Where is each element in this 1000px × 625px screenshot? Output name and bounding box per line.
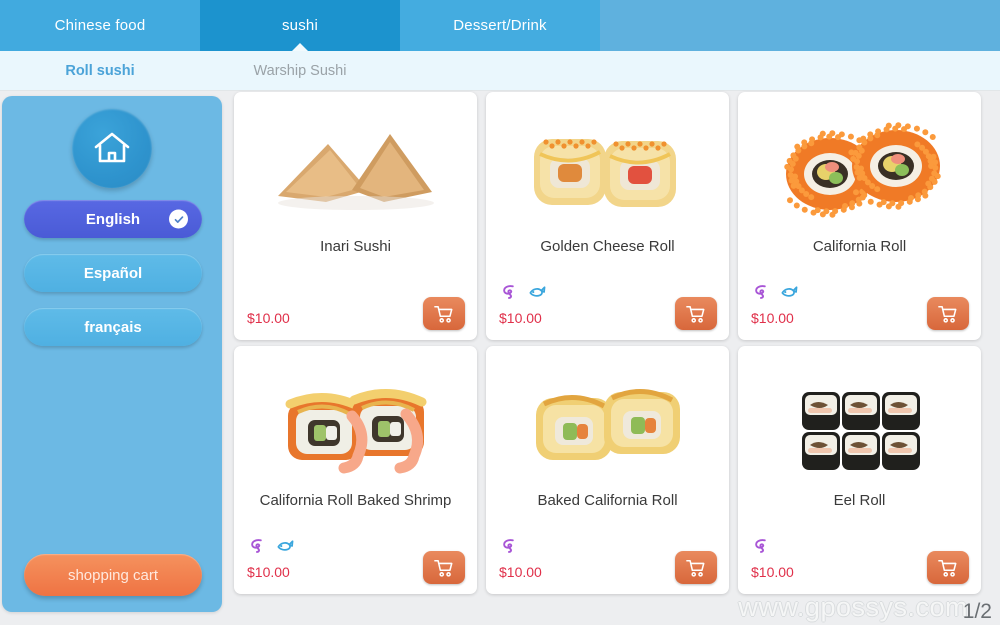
subtab-roll-sushi[interactable]: Roll sushi bbox=[0, 63, 200, 79]
add-to-cart-button[interactable] bbox=[423, 297, 465, 330]
allergen-tag-list bbox=[751, 536, 770, 555]
product-image bbox=[486, 100, 729, 240]
product-card[interactable]: Eel Roll $10.00 bbox=[738, 346, 981, 594]
product-name: Golden Cheese Roll bbox=[540, 238, 675, 255]
product-price: $10.00 bbox=[499, 310, 542, 326]
golden-cheese-roll-photo bbox=[533, 139, 676, 207]
product-image bbox=[486, 354, 729, 494]
shrimp-allergen-icon bbox=[503, 539, 514, 553]
product-image bbox=[234, 354, 477, 494]
subcategory-tab-bar: Roll sushi Warship Sushi bbox=[0, 51, 1000, 91]
language-label: français bbox=[84, 318, 142, 336]
add-to-cart-button[interactable] bbox=[927, 297, 969, 330]
inari-sushi-photo bbox=[277, 134, 434, 210]
tab-label: Dessert/Drink bbox=[453, 17, 547, 34]
product-name: Inari Sushi bbox=[320, 238, 391, 255]
shopping-cart-icon bbox=[938, 559, 957, 577]
sidebar: English Español français shopping cart bbox=[2, 96, 222, 612]
product-name: Eel Roll bbox=[833, 492, 886, 509]
shopping-cart-icon bbox=[938, 305, 957, 323]
language-button-francais[interactable]: français bbox=[24, 308, 202, 346]
home-icon bbox=[94, 132, 130, 163]
product-image bbox=[738, 100, 981, 240]
product-price: $10.00 bbox=[499, 564, 542, 580]
product-card[interactable]: Baked California Roll $10.00 bbox=[486, 346, 729, 594]
california-roll-photo bbox=[783, 122, 941, 218]
add-to-cart-button[interactable] bbox=[423, 551, 465, 584]
language-label: Español bbox=[83, 264, 143, 282]
product-grid: Inari Sushi $10.00 Golden Cheese Roll $10.0… bbox=[234, 92, 994, 604]
subtab-warship-sushi[interactable]: Warship Sushi bbox=[200, 63, 400, 79]
allergen-tag-list bbox=[751, 282, 798, 301]
selected-check-badge bbox=[169, 209, 188, 229]
tab-bar-filler bbox=[600, 0, 1000, 51]
tab-dessert-drink[interactable]: Dessert/Drink bbox=[400, 0, 600, 51]
language-button-english[interactable]: English bbox=[24, 200, 202, 238]
shopping-cart-button[interactable]: shopping cart bbox=[24, 554, 202, 596]
product-name: California Roll bbox=[812, 238, 907, 255]
category-tab-bar: Chinese food sushi Dessert/Drink bbox=[0, 0, 1000, 51]
add-to-cart-button[interactable] bbox=[927, 551, 969, 584]
shopping-cart-label: shopping cart bbox=[67, 566, 159, 584]
product-image bbox=[234, 100, 477, 240]
baked-california-roll-photo bbox=[535, 388, 680, 460]
shrimp-allergen-icon bbox=[755, 285, 766, 299]
tab-sushi[interactable]: sushi bbox=[200, 0, 400, 51]
product-name: California Roll Baked Shrimp bbox=[259, 492, 452, 509]
allergen-tag-list bbox=[499, 536, 518, 555]
subtab-label: Roll sushi bbox=[65, 62, 135, 79]
tab-label: Chinese food bbox=[54, 17, 146, 34]
shrimp-allergen-icon bbox=[251, 539, 262, 553]
allergen-tag-list bbox=[247, 536, 294, 555]
check-icon bbox=[174, 215, 183, 223]
shopping-cart-icon bbox=[686, 559, 705, 577]
tab-chinese-food[interactable]: Chinese food bbox=[0, 0, 200, 51]
product-card[interactable]: California Roll $10.00 bbox=[738, 92, 981, 340]
shrimp-allergen-icon bbox=[755, 539, 766, 553]
product-card[interactable]: Golden Cheese Roll $10.00 bbox=[486, 92, 729, 340]
add-to-cart-button[interactable] bbox=[675, 551, 717, 584]
product-price: $10.00 bbox=[247, 564, 290, 580]
shopping-cart-icon bbox=[434, 559, 453, 577]
shopping-cart-icon bbox=[434, 305, 453, 323]
tab-label: sushi bbox=[281, 17, 319, 34]
pos-menu-screen: Chinese food sushi Dessert/Drink Roll su… bbox=[0, 0, 1000, 625]
product-image bbox=[738, 354, 981, 494]
california-roll-baked-shrimp-photo bbox=[285, 388, 426, 474]
product-price: $10.00 bbox=[751, 310, 794, 326]
home-button[interactable] bbox=[72, 108, 152, 188]
language-label: English bbox=[85, 210, 141, 228]
product-card[interactable]: Inari Sushi $10.00 bbox=[234, 92, 477, 340]
product-price: $10.00 bbox=[247, 310, 290, 326]
add-to-cart-button[interactable] bbox=[675, 297, 717, 330]
product-price: $10.00 bbox=[751, 564, 794, 580]
product-name: Baked California Roll bbox=[537, 492, 678, 509]
product-card[interactable]: California Roll Baked Shrimp $10.00 bbox=[234, 346, 477, 594]
shrimp-allergen-icon bbox=[503, 285, 514, 299]
subtab-label: Warship Sushi bbox=[253, 62, 347, 79]
eel-roll-photo bbox=[801, 392, 920, 470]
page-indicator: 1/2 bbox=[962, 600, 992, 623]
fish-allergen-icon bbox=[277, 540, 294, 551]
shopping-cart-icon bbox=[686, 305, 705, 323]
fish-allergen-icon bbox=[529, 286, 546, 297]
fish-allergen-icon bbox=[781, 286, 798, 297]
language-button-espanol[interactable]: Español bbox=[24, 254, 202, 292]
allergen-tag-list bbox=[499, 282, 546, 301]
